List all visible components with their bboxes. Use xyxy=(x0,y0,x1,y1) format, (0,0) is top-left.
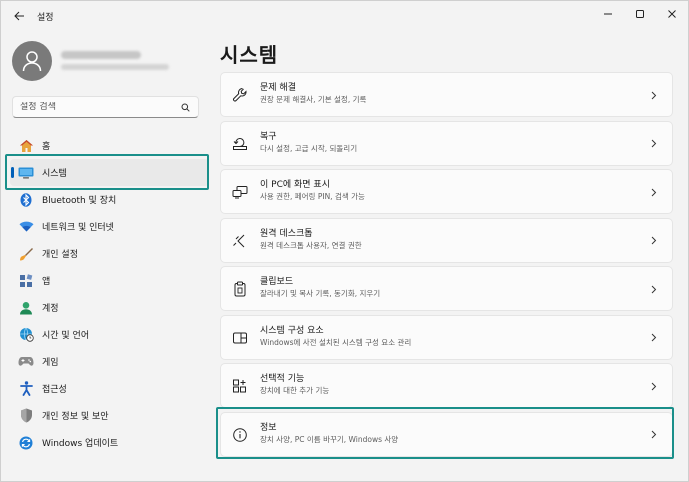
back-arrow-icon xyxy=(13,11,24,21)
card-title: 이 PC에 화면 표시 xyxy=(260,180,330,190)
user-icon xyxy=(22,51,42,72)
bluetooth-icon xyxy=(18,192,34,208)
minimize-button[interactable] xyxy=(592,1,624,27)
recovery-icon xyxy=(231,135,249,153)
sidebar-item-accounts[interactable]: 계정 xyxy=(10,294,209,321)
close-button[interactable] xyxy=(656,1,688,27)
sidebar-item-time-language[interactable]: 시간 및 언어 xyxy=(10,321,209,348)
wrench-icon xyxy=(231,86,249,104)
highlight-box-system xyxy=(5,154,209,190)
card-clipboard[interactable]: 클립보드 잘라내기 및 복사 기록, 동기화, 지우기 xyxy=(220,266,673,311)
card-title: 선택적 기능 xyxy=(260,374,305,384)
shield-icon xyxy=(18,408,34,424)
title-bar: 설정 xyxy=(1,1,688,31)
window-controls xyxy=(592,1,688,27)
chevron-right-icon xyxy=(647,233,661,249)
card-system-components[interactable]: 시스템 구성 요소 Windows에 사전 설치된 시스템 구성 요소 관리 xyxy=(220,314,673,360)
window-title: 설정 xyxy=(37,12,54,23)
card-subtitle: 장치에 대한 추가 기능 xyxy=(260,386,330,395)
card-title: 원격 데스크톱 xyxy=(260,228,313,239)
avatar[interactable] xyxy=(12,41,52,81)
card-title: 시스템 구성 요소 xyxy=(260,325,324,336)
home-icon xyxy=(18,138,34,154)
globe-clock-icon xyxy=(18,327,34,343)
sidebar-item-bluetooth[interactable]: Bluetooth 및 장치 xyxy=(10,186,209,213)
card-subtitle: Windows에 사전 설치된 시스템 구성 요소 관리 xyxy=(260,337,412,347)
card-optional-features[interactable]: 선택적 기능 장치에 대한 추가 기능 xyxy=(220,363,673,408)
sidebar-item-label: 시간 및 언어 xyxy=(42,331,90,341)
card-title: 클립보드 xyxy=(260,277,294,287)
sidebar-item-label: Windows 업데이트 xyxy=(42,439,119,449)
card-project-to-pc[interactable]: 이 PC에 화면 표시 사용 권한, 페어링 PIN, 검색 가능 xyxy=(220,169,673,214)
sidebar-item-personalization[interactable]: 개인 설정 xyxy=(10,240,209,267)
apps-icon xyxy=(18,273,34,289)
sidebar-item-network[interactable]: 네트워크 및 인터넷 xyxy=(10,213,209,240)
card-subtitle: 다시 설정, 고급 시작, 되돌리기 xyxy=(260,143,358,153)
update-icon xyxy=(18,435,34,451)
user-email-redacted xyxy=(61,64,169,70)
sidebar-item-label: 네트워크 및 인터넷 xyxy=(42,223,114,233)
search-input[interactable] xyxy=(20,102,179,112)
card-title: 복구 xyxy=(260,131,277,142)
card-recovery[interactable]: 복구 다시 설정, 고급 시작, 되돌리기 xyxy=(220,120,673,166)
chevron-right-icon xyxy=(647,378,661,394)
chevron-right-icon xyxy=(647,87,661,103)
maximize-button[interactable] xyxy=(624,1,656,27)
card-subtitle: 원격 데스크톱 사용자, 연결 권한 xyxy=(260,240,362,250)
sidebar-item-accessibility[interactable]: 접근성 xyxy=(10,375,209,402)
optional-features-icon xyxy=(231,377,249,395)
close-icon xyxy=(668,10,676,18)
remote-desktop-icon xyxy=(231,232,249,250)
sidebar-item-label: 게임 xyxy=(42,358,59,368)
minimize-icon xyxy=(604,13,612,15)
search-icon xyxy=(179,101,191,113)
clipboard-icon xyxy=(231,280,249,298)
card-remote-desktop[interactable]: 원격 데스크톱 원격 데스크톱 사용자, 연결 권한 xyxy=(220,217,673,263)
sidebar-item-label: 계정 xyxy=(42,304,59,314)
account-icon xyxy=(18,300,34,316)
highlight-box-about xyxy=(216,407,674,459)
settings-search-box[interactable] xyxy=(12,96,199,118)
card-subtitle: 사용 권한, 페어링 PIN, 검색 가능 xyxy=(260,192,365,201)
card-troubleshoot[interactable]: 문제 해결 권장 문제 해결사, 기본 설정, 기록 xyxy=(220,72,673,117)
sidebar-item-label: Bluetooth 및 장치 xyxy=(42,196,117,206)
brush-icon xyxy=(18,246,34,262)
back-button[interactable] xyxy=(5,2,33,30)
gamepad-icon xyxy=(18,354,34,370)
chevron-right-icon xyxy=(647,184,661,200)
components-icon xyxy=(231,329,249,347)
chevron-right-icon xyxy=(647,281,661,297)
card-subtitle: 잘라내기 및 복사 기록, 동기화, 지우기 xyxy=(260,289,381,298)
card-subtitle: 권장 문제 해결사, 기본 설정, 기록 xyxy=(260,95,367,104)
page-title: 시스템 xyxy=(220,43,279,67)
settings-window: 설정 홈 xyxy=(0,0,689,482)
accessibility-icon xyxy=(18,381,34,397)
sidebar-item-label: 접근성 xyxy=(42,385,67,395)
project-icon xyxy=(231,183,249,201)
sidebar-item-gaming[interactable]: 게임 xyxy=(10,348,209,375)
settings-cards: 문제 해결 권장 문제 해결사, 기본 설정, 기록 복구 다시 설정, 고급 … xyxy=(220,72,673,460)
sidebar-item-privacy-security[interactable]: 개인 정보 및 보안 xyxy=(10,402,209,429)
sidebar-item-windows-update[interactable]: Windows 업데이트 xyxy=(10,429,209,456)
wifi-icon xyxy=(18,219,34,235)
sidebar-item-label: 앱 xyxy=(42,277,51,287)
chevron-right-icon xyxy=(647,330,661,346)
card-title: 문제 해결 xyxy=(260,83,296,93)
sidebar-item-apps[interactable]: 앱 xyxy=(10,267,209,294)
chevron-right-icon xyxy=(647,136,661,152)
user-name-redacted xyxy=(61,51,141,59)
sidebar-item-label: 개인 설정 xyxy=(42,250,78,260)
sidebar-item-label: 홈 xyxy=(42,142,51,152)
maximize-icon xyxy=(636,10,644,18)
sidebar-item-label: 개인 정보 및 보안 xyxy=(42,412,109,422)
